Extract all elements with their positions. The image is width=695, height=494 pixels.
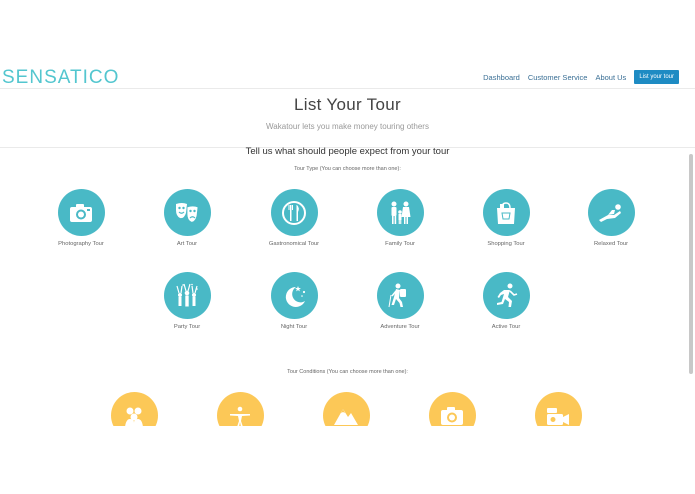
tour-type-night[interactable]: Night Tour — [254, 272, 334, 330]
mountains-icon — [334, 408, 358, 425]
tour-type-photography[interactable]: Photography Tour — [41, 189, 121, 247]
tour-type-label: Shopping Tour — [487, 241, 525, 247]
list-your-tour-button[interactable]: List your tour — [634, 70, 679, 84]
tour-type-family[interactable]: Family Tour — [360, 189, 440, 247]
hiker-icon — [388, 283, 406, 307]
tour-condition-mountains[interactable] — [306, 392, 386, 426]
tour-type-label: Active Tour — [491, 324, 521, 330]
group-icon — [125, 407, 143, 426]
vertical-scrollbar[interactable] — [689, 154, 693, 374]
yoga-pose-icon — [230, 406, 250, 426]
theater-masks-icon — [176, 202, 199, 223]
tour-condition-photography[interactable] — [412, 392, 492, 426]
tour-type-adventure[interactable]: Adventure Tour — [360, 272, 440, 330]
hero: List Your Tour Wakatour lets you make mo… — [0, 89, 695, 148]
tour-type-gastronomical[interactable]: Gastronomical Tour — [254, 189, 334, 247]
tour-type-label: Party Tour — [173, 324, 201, 330]
tour-type-art[interactable]: Art Tour — [147, 189, 227, 247]
tour-condition-video[interactable] — [518, 392, 598, 426]
family-icon — [391, 201, 411, 224]
tour-type-party[interactable]: Party Tour — [147, 272, 227, 330]
tour-type-label: Night Tour — [280, 324, 308, 330]
tour-type-label: Photography Tour — [58, 241, 104, 247]
page-subtitle: Wakatour lets you make money touring oth… — [266, 122, 429, 131]
nav-link-about-us[interactable]: About Us — [595, 73, 626, 82]
tour-conditions-label: Tour Conditions (You can choose more tha… — [287, 369, 408, 375]
brand-logo[interactable]: SENSATICO — [2, 67, 119, 89]
tour-type-label: Art Tour — [176, 241, 198, 247]
tour-type-relaxed[interactable]: Relaxed Tour — [571, 189, 651, 247]
page-viewport: SENSATICO Dashboard Customer Service Abo… — [0, 62, 695, 426]
shopping-bag-icon — [497, 201, 515, 224]
tour-type-shopping[interactable]: Shopping Tour — [466, 189, 546, 247]
camera-icon — [441, 406, 463, 425]
plate-cutlery-icon — [282, 200, 306, 225]
tour-type-label: Adventure Tour — [380, 324, 420, 330]
nav-links: Dashboard Customer Service About Us List… — [475, 70, 679, 84]
party-crowd-icon — [176, 283, 198, 306]
tour-type-label: Relaxed Tour — [593, 241, 629, 247]
tour-type-label: Gastronomical Tour — [268, 241, 320, 247]
nav-link-dashboard[interactable]: Dashboard — [483, 73, 520, 82]
reclining-person-icon — [599, 203, 621, 222]
section-title: Tell us what should people expect from y… — [245, 146, 450, 157]
navbar: SENSATICO Dashboard Customer Service Abo… — [0, 62, 695, 89]
runner-icon — [497, 283, 518, 307]
tour-type-label: Tour Type (You can choose more than one)… — [294, 166, 401, 172]
tour-type-label: Family Tour — [385, 241, 415, 247]
moon-stars-icon — [285, 285, 306, 307]
tour-condition-group[interactable] — [94, 392, 174, 426]
tour-condition-yoga[interactable] — [200, 392, 280, 426]
video-camera-icon — [547, 407, 569, 425]
tour-type-active[interactable]: Active Tour — [466, 272, 546, 330]
camera-icon — [70, 203, 92, 222]
nav-link-customer-service[interactable]: Customer Service — [528, 73, 588, 82]
page-title: List Your Tour — [294, 95, 401, 114]
